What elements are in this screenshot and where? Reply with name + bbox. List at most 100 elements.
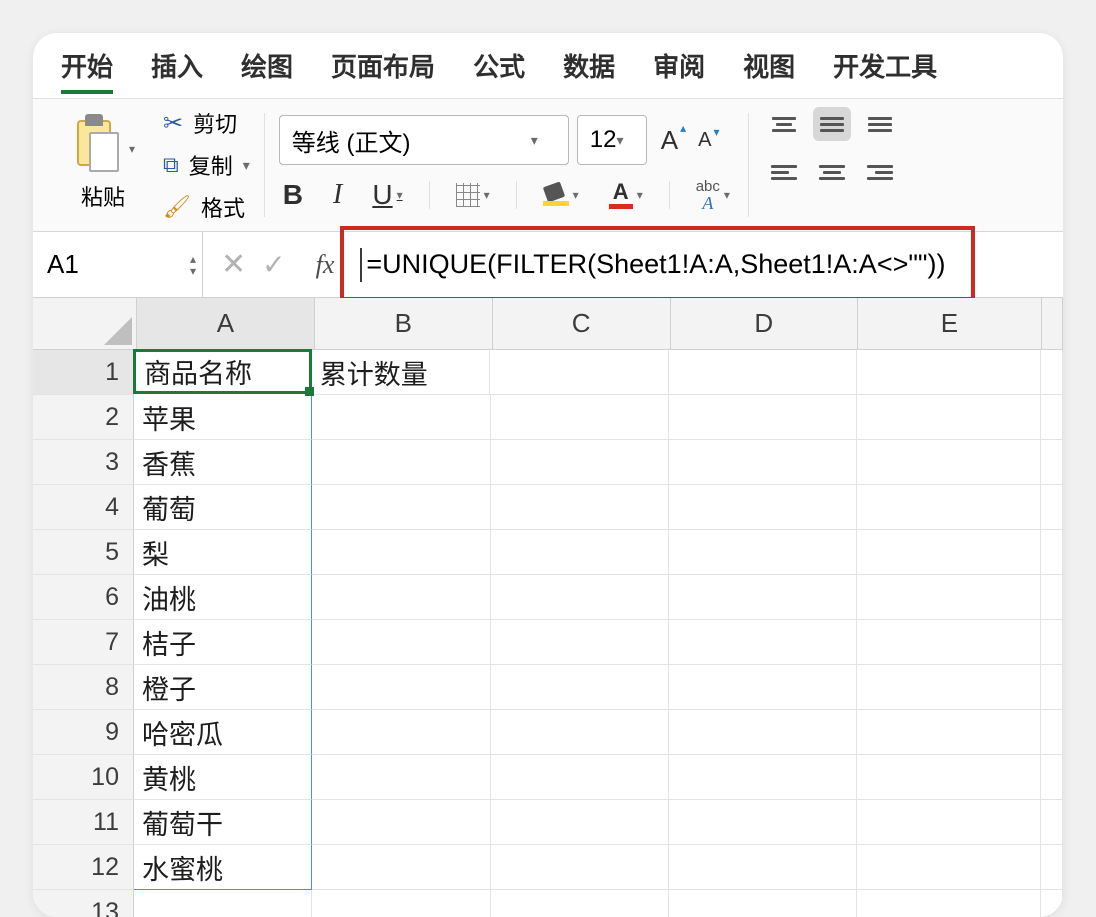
- row-header[interactable]: 8: [33, 665, 134, 710]
- cell-C4[interactable]: [491, 485, 669, 530]
- cell-A10[interactable]: 黄桃: [134, 755, 312, 800]
- align-bottom-button[interactable]: [861, 107, 899, 141]
- cell-B1[interactable]: 累计数量: [312, 350, 491, 395]
- underline-button[interactable]: U▾: [368, 179, 406, 211]
- tab-data[interactable]: 数据: [563, 47, 615, 94]
- cell-C5[interactable]: [491, 530, 669, 575]
- cell-B2[interactable]: [312, 395, 490, 440]
- cell-A2[interactable]: 苹果: [134, 395, 312, 440]
- paste-icon[interactable]: [71, 118, 123, 176]
- tab-formulas[interactable]: 公式: [473, 47, 525, 94]
- row-header[interactable]: 6: [33, 575, 134, 620]
- tab-home[interactable]: 开始: [61, 47, 113, 94]
- cell-B10[interactable]: [312, 755, 490, 800]
- increase-font-button[interactable]: A▴: [655, 123, 684, 158]
- row-header[interactable]: 4: [33, 485, 134, 530]
- cell-E10[interactable]: [857, 755, 1041, 800]
- cut-button[interactable]: ✂ 剪切: [163, 107, 250, 139]
- row-header[interactable]: 12: [33, 845, 134, 890]
- copy-button[interactable]: ⧉ 复制 ▾: [163, 149, 250, 181]
- cell-D2[interactable]: [669, 395, 857, 440]
- cell-A1[interactable]: 商品名称: [133, 349, 312, 394]
- font-name-select[interactable]: 等线 (正文) ▾: [279, 115, 569, 165]
- cell-D1[interactable]: [669, 350, 857, 395]
- cell-B5[interactable]: [312, 530, 490, 575]
- cell-B12[interactable]: [312, 845, 490, 890]
- cell-A3[interactable]: 香蕉: [134, 440, 312, 485]
- cell-A12[interactable]: 水蜜桃: [134, 845, 312, 890]
- fill-color-button[interactable]: ▾: [539, 184, 583, 206]
- cell-A6[interactable]: 油桃: [134, 575, 312, 620]
- cell-E2[interactable]: [857, 395, 1041, 440]
- cell-D9[interactable]: [669, 710, 857, 755]
- col-header-B[interactable]: B: [315, 298, 493, 350]
- cell-C7[interactable]: [491, 620, 669, 665]
- cell-A11[interactable]: 葡萄干: [134, 800, 312, 845]
- col-header-next[interactable]: [1042, 298, 1063, 350]
- cell-E12[interactable]: [857, 845, 1041, 890]
- cell-A9[interactable]: 哈密瓜: [134, 710, 312, 755]
- tab-developer[interactable]: 开发工具: [833, 47, 937, 94]
- cell-A13[interactable]: [134, 890, 312, 917]
- font-size-select[interactable]: 12 ▾: [577, 115, 647, 165]
- cell-tail[interactable]: [1041, 890, 1063, 917]
- italic-button[interactable]: I: [329, 179, 346, 211]
- cell-A8[interactable]: 橙子: [134, 665, 312, 710]
- phonetic-guide-button[interactable]: abcA ▾: [692, 179, 734, 212]
- row-header[interactable]: 11: [33, 800, 134, 845]
- cell-C6[interactable]: [491, 575, 669, 620]
- row-header[interactable]: 1: [33, 350, 134, 395]
- tab-page-layout[interactable]: 页面布局: [331, 47, 435, 94]
- cell-D6[interactable]: [669, 575, 857, 620]
- cell-B3[interactable]: [312, 440, 490, 485]
- bold-button[interactable]: B: [279, 179, 307, 211]
- cell-D8[interactable]: [669, 665, 857, 710]
- cancel-formula-button[interactable]: ✕: [221, 247, 246, 282]
- cell-D10[interactable]: [669, 755, 857, 800]
- paste-dropdown[interactable]: ▾: [129, 142, 135, 156]
- cell-C8[interactable]: [491, 665, 669, 710]
- cell-B6[interactable]: [312, 575, 490, 620]
- cell-tail[interactable]: [1041, 350, 1063, 395]
- cell-C3[interactable]: [491, 440, 669, 485]
- cell-B9[interactable]: [312, 710, 490, 755]
- fx-label[interactable]: fx: [304, 232, 347, 298]
- cell-C11[interactable]: [491, 800, 669, 845]
- cell-tail[interactable]: [1041, 530, 1063, 575]
- cell-E13[interactable]: [857, 890, 1041, 917]
- cell-tail[interactable]: [1041, 395, 1063, 440]
- cell-B7[interactable]: [312, 620, 490, 665]
- col-header-A[interactable]: A: [137, 298, 315, 350]
- format-painter-button[interactable]: 🖌 格式: [163, 191, 250, 223]
- cell-tail[interactable]: [1041, 845, 1063, 890]
- cell-C13[interactable]: [491, 890, 669, 917]
- cell-B13[interactable]: [312, 890, 490, 917]
- cell-D13[interactable]: [669, 890, 857, 917]
- cell-C12[interactable]: [491, 845, 669, 890]
- cell-E5[interactable]: [857, 530, 1041, 575]
- align-center-button[interactable]: [813, 155, 851, 189]
- row-header[interactable]: 2: [33, 395, 134, 440]
- cell-E1[interactable]: [857, 350, 1041, 395]
- align-left-button[interactable]: [765, 155, 803, 189]
- cell-tail[interactable]: [1041, 485, 1063, 530]
- cell-C9[interactable]: [491, 710, 669, 755]
- font-color-button[interactable]: A ▾: [605, 181, 647, 209]
- row-header[interactable]: 13: [33, 890, 134, 917]
- select-all-corner[interactable]: [33, 298, 137, 350]
- cell-tail[interactable]: [1041, 440, 1063, 485]
- cell-tail[interactable]: [1041, 665, 1063, 710]
- cell-tail[interactable]: [1041, 800, 1063, 845]
- align-middle-button[interactable]: [813, 107, 851, 141]
- tab-review[interactable]: 审阅: [653, 47, 705, 94]
- cell-D7[interactable]: [669, 620, 857, 665]
- row-header[interactable]: 3: [33, 440, 134, 485]
- cell-D11[interactable]: [669, 800, 857, 845]
- cell-E11[interactable]: [857, 800, 1041, 845]
- col-header-D[interactable]: D: [671, 298, 859, 350]
- cell-A5[interactable]: 梨: [134, 530, 312, 575]
- col-header-C[interactable]: C: [493, 298, 671, 350]
- formula-input[interactable]: [366, 249, 1049, 280]
- tab-draw[interactable]: 绘图: [241, 47, 293, 94]
- cell-E8[interactable]: [857, 665, 1041, 710]
